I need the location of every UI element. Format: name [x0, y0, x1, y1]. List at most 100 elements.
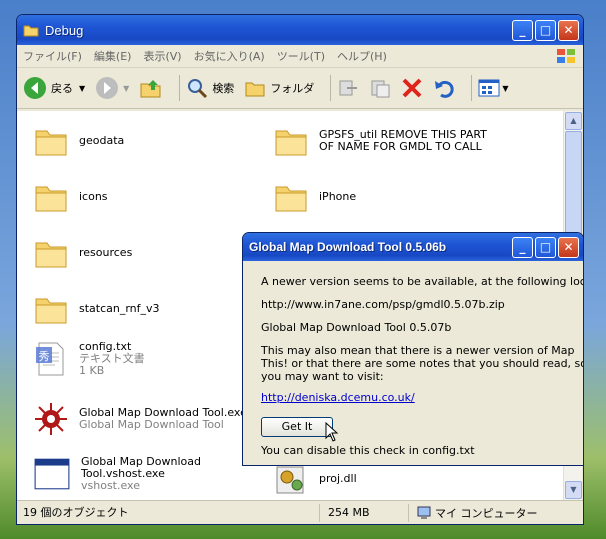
window-title: Debug — [45, 22, 84, 38]
file-size: 1 KB — [79, 364, 105, 377]
file-item-geodata[interactable]: geodata — [33, 123, 124, 159]
folder-icon — [35, 298, 67, 324]
copy-to-icon[interactable] — [369, 77, 391, 99]
dialog-url: http://www.in7ane.com/psp/gmdl0.5.07b.zi… — [261, 298, 505, 311]
toolbar-separator — [471, 75, 473, 101]
minimize-button[interactable]: _ — [512, 19, 533, 41]
dialog-minimize-button[interactable]: _ — [512, 236, 533, 258]
dialog-msg2: This! or that there are some notes that … — [261, 357, 584, 370]
folder-icon — [23, 25, 39, 37]
undo-icon[interactable] — [433, 77, 455, 99]
folder-icon — [275, 130, 307, 156]
up-folder-button[interactable] — [139, 76, 163, 100]
menu-favorites[interactable]: お気に入り(A) — [194, 48, 265, 64]
folder-icon — [35, 130, 67, 156]
chevron-down-icon[interactable]: ▼ — [502, 84, 508, 93]
forward-button[interactable]: ▼ — [95, 76, 129, 100]
file-label-block: config.txt テキスト文書 1 KB — [79, 341, 145, 377]
status-location: マイ コンピューター — [409, 504, 538, 522]
toolbar-separator — [330, 75, 332, 101]
file-label-block: Global Map Download Tool.vshost.exe vsho… — [81, 456, 211, 492]
dll-gear-icon — [276, 466, 304, 494]
dialog-link[interactable]: http://deniska.dcemu.co.uk/ — [261, 391, 583, 404]
folder-icon — [35, 242, 67, 268]
delete-icon[interactable] — [401, 77, 423, 99]
file-item-vshost[interactable]: Global Map Download Tool.vshost.exe vsho… — [33, 455, 211, 493]
file-name: icons — [79, 190, 108, 203]
computer-icon — [417, 506, 431, 519]
scroll-up-icon[interactable]: ▲ — [565, 112, 582, 130]
up-folder-icon — [140, 80, 161, 98]
close-button[interactable]: ✕ — [558, 19, 579, 41]
file-label-block: Global Map Download Tool.exe Global Map … — [79, 407, 247, 431]
dialog-body: A newer version seems to be available, a… — [243, 261, 583, 457]
file-item-icons[interactable]: icons — [33, 179, 108, 215]
svg-text:秀: 秀 — [39, 350, 50, 363]
file-name: resources — [79, 246, 133, 259]
mouse-cursor-icon — [325, 422, 339, 442]
update-dialog: Global Map Download Tool 0.5.06b _ □ ✕ A… — [242, 232, 584, 466]
dialog-version: Global Map Download Tool 0.5.07b — [261, 321, 452, 334]
windows-logo-icon — [557, 49, 575, 63]
dialog-msg3: you may want to visit: — [261, 370, 384, 383]
file-type: vshost.exe — [81, 479, 140, 492]
dialog-footer: You can disable this check in config.txt — [261, 444, 475, 457]
folder-icon — [275, 186, 307, 212]
menu-tools[interactable]: ツール(T) — [277, 48, 325, 64]
menu-view[interactable]: 表示(V) — [143, 48, 181, 64]
dialog-titlebar[interactable]: Global Map Download Tool 0.5.06b _ □ ✕ — [243, 233, 583, 261]
text-file-icon: 秀 — [36, 342, 64, 376]
dialog-close-button[interactable]: ✕ — [558, 236, 579, 258]
dialog-title: Global Map Download Tool 0.5.06b — [249, 240, 447, 254]
status-count: 19 個のオブジェクト — [17, 504, 320, 522]
file-name: GPSFS_util REMOVE THIS PART OF NAME FOR … — [319, 128, 487, 153]
status-location-label: マイ コンピューター — [435, 507, 538, 520]
exe-window-icon — [34, 458, 70, 490]
forward-arrow-icon — [96, 77, 119, 99]
dialog-line1: A newer version seems to be available, a… — [261, 275, 584, 288]
folder-icon — [35, 186, 67, 212]
folders-button[interactable]: フォルダ — [244, 77, 314, 99]
folders-label: フォルダ — [270, 82, 315, 95]
status-size: 254 MB — [320, 504, 409, 522]
views-button[interactable]: ▼ — [478, 79, 508, 97]
dialog-msg1: This may also mean that there is a newer… — [261, 344, 575, 357]
move-to-icon[interactable] — [337, 77, 359, 99]
file-item-statcan[interactable]: statcan_rnf_v3 — [33, 291, 160, 327]
toolbar: 戻る ▼ ▼ 検索 フォルダ ▼ — [17, 68, 583, 109]
statusbar: 19 個のオブジェクト 254 MB マイ コンピューター — [17, 500, 583, 524]
dialog-maximize-button[interactable]: □ — [535, 236, 556, 258]
file-item-iphone[interactable]: iPhone — [273, 179, 356, 215]
back-label: 戻る — [51, 82, 73, 95]
search-icon — [188, 79, 208, 99]
menu-file[interactable]: ファイル(F) — [23, 48, 82, 64]
back-button[interactable]: 戻る ▼ — [23, 76, 85, 100]
file-name: statcan_rnf_v3 — [79, 302, 160, 315]
menubar: ファイル(F) 編集(E) 表示(V) お気に入り(A) ツール(T) ヘルプ(… — [17, 45, 583, 68]
views-icon — [478, 79, 500, 97]
search-button[interactable]: 検索 — [186, 77, 234, 99]
scroll-down-icon[interactable]: ▼ — [565, 481, 582, 499]
file-item-config[interactable]: 秀 config.txt テキスト文書 1 KB — [33, 341, 145, 377]
file-name: Global Map Download Tool.vshost.exe — [81, 455, 201, 480]
chevron-down-icon[interactable]: ▼ — [123, 84, 129, 93]
menu-help[interactable]: ヘルプ(H) — [337, 48, 387, 64]
file-name: geodata — [79, 134, 125, 147]
explorer-titlebar[interactable]: Debug _ □ ✕ — [17, 15, 583, 45]
app-exe-icon — [35, 403, 67, 435]
back-arrow-icon — [24, 77, 46, 99]
search-label: 検索 — [212, 82, 235, 95]
toolbar-separator — [179, 75, 181, 101]
file-item-gmdl-exe[interactable]: Global Map Download Tool.exe Global Map … — [33, 401, 247, 437]
chevron-down-icon[interactable]: ▼ — [79, 84, 85, 93]
folders-icon — [245, 82, 265, 97]
file-name: iPhone — [319, 190, 357, 203]
menu-edit[interactable]: 編集(E) — [94, 48, 132, 64]
file-item-resources[interactable]: resources — [33, 235, 132, 271]
get-it-button[interactable]: Get It — [261, 417, 333, 437]
file-type: Global Map Download Tool — [79, 418, 224, 431]
maximize-button[interactable]: □ — [535, 19, 556, 41]
file-name: proj.dll — [319, 472, 357, 485]
file-item-proj-dll[interactable]: proj.dll — [273, 461, 357, 497]
file-item-gpsfs-util[interactable]: GPSFS_util REMOVE THIS PART OF NAME FOR … — [273, 123, 513, 159]
